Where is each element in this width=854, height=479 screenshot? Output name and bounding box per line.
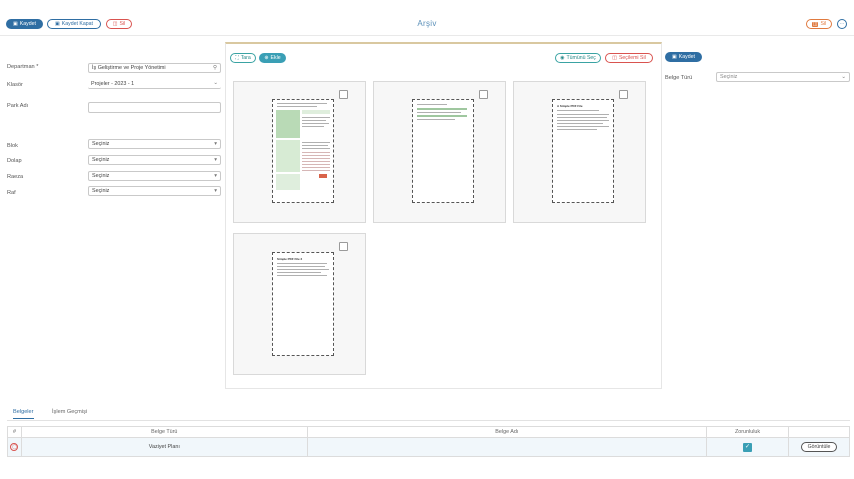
thumbnail-checkbox[interactable] [479, 90, 488, 99]
thumbnail-checkbox[interactable] [339, 90, 348, 99]
caret-down-icon: ▾ [214, 188, 217, 194]
right-delete-button[interactable]: ◫ Sil [806, 19, 832, 29]
trash-icon: ◫ [612, 54, 617, 61]
trash-icon: ◫ [811, 20, 819, 27]
raeza-label: Raeza [7, 174, 24, 180]
blok-select[interactable]: Seçiniz ▾ [88, 139, 221, 149]
document-preview: A Simple PDF File [552, 99, 614, 203]
raf-label: Raf [7, 190, 16, 196]
thumbnail-checkbox[interactable] [339, 242, 348, 251]
search-icon[interactable]: ⚲ [213, 65, 217, 71]
column-header-belge-adi: Belge Adı [306, 426, 708, 438]
raeza-select[interactable]: Seçiniz ▾ [88, 171, 221, 181]
documents-table: # Belge Türü Belge Adı Zorunluluk ◯ Vazi… [7, 426, 850, 457]
tab-divider [7, 420, 850, 421]
document-thumbnail[interactable] [233, 81, 366, 223]
more-options-icon[interactable]: ⋯ [837, 19, 847, 29]
column-header-actions [788, 426, 850, 438]
select-all-button[interactable]: ◉ Tümünü Seç [555, 53, 601, 63]
scan-icon: ⛶ [235, 54, 239, 61]
klasor-select[interactable]: Projeler - 2023 - 1 ⌄ [88, 79, 221, 89]
document-thumbnail[interactable]: A Simple PDF File [513, 81, 646, 223]
view-button[interactable]: Görüntüle [800, 442, 838, 452]
departman-input[interactable]: İş Geliştirme ve Proje Yönetimi ⚲ [88, 63, 221, 73]
caret-down-icon: ▾ [214, 157, 217, 163]
klasor-label: Klasör [7, 82, 23, 88]
cell-belge-adi [306, 437, 708, 457]
document-thumbnail[interactable] [373, 81, 506, 223]
belge-turu-label: Belge Türü [665, 75, 693, 81]
caret-down-icon: ▾ [214, 141, 217, 147]
ekle-button[interactable]: ⊕ Ekle [259, 53, 286, 63]
document-thumbnail[interactable]: Simple PDF File 2 [233, 233, 366, 375]
tab-islem-gecmisi[interactable]: İşlem Geçmişi [52, 409, 87, 415]
document-preview [272, 99, 334, 203]
document-preview [412, 99, 474, 203]
zorunluluk-checkbox[interactable]: ✓ [743, 442, 753, 452]
table-header-row: # Belge Türü Belge Adı Zorunluluk [7, 426, 850, 438]
document-viewer: ⛶ Tara ⊕ Ekle ◉ Tümünü Seç ◫ Seçilemi Si… [225, 42, 662, 389]
document-preview: Simple PDF File 2 [272, 252, 334, 356]
remove-row-icon[interactable]: ◯ [10, 443, 19, 451]
caret-down-icon: ▾ [214, 173, 217, 179]
raf-select[interactable]: Seçiniz ▾ [88, 186, 221, 196]
save-icon: ▣ [672, 53, 677, 60]
delete-selected-button[interactable]: ◫ Seçilemi Sil [605, 53, 653, 63]
departman-label: Departman * [7, 64, 39, 70]
thumbnail-checkbox[interactable] [619, 90, 628, 99]
tara-button[interactable]: ⛶ Tara [230, 53, 256, 63]
table-row: ◯ Vaziyet Planı ✓ Görüntüle [7, 437, 850, 457]
page-title: Arşiv [417, 19, 437, 28]
plus-circle-icon: ⊕ [264, 54, 269, 61]
right-save-button[interactable]: ▣ Kaydet [665, 52, 702, 62]
top-toolbar: ▣ Kaydet ▣ Kaydet Kapat ◫ Sil Arşiv ◫ Si… [0, 0, 854, 36]
chevron-down-icon: ⌄ [213, 80, 218, 86]
park-adi-input[interactable] [88, 102, 221, 113]
blok-label: Blok [7, 143, 18, 149]
dolap-label: Dolap [7, 158, 22, 164]
column-header-zorunluluk: Zorunluluk [706, 426, 789, 438]
check-circle-icon: ◉ [560, 54, 565, 61]
column-header-index: # [7, 426, 22, 438]
cell-belge-turu: Vaziyet Planı [20, 437, 308, 457]
column-header-belge-turu: Belge Türü [20, 426, 308, 438]
park-adi-label: Park Adı [7, 103, 29, 109]
belge-turu-select[interactable]: Seçiniz ⌄ [716, 72, 850, 82]
chevron-down-icon: ⌄ [841, 74, 846, 80]
tab-belgeler[interactable]: Belgeler [13, 409, 34, 419]
dolap-select[interactable]: Seçiniz ▾ [88, 155, 221, 165]
